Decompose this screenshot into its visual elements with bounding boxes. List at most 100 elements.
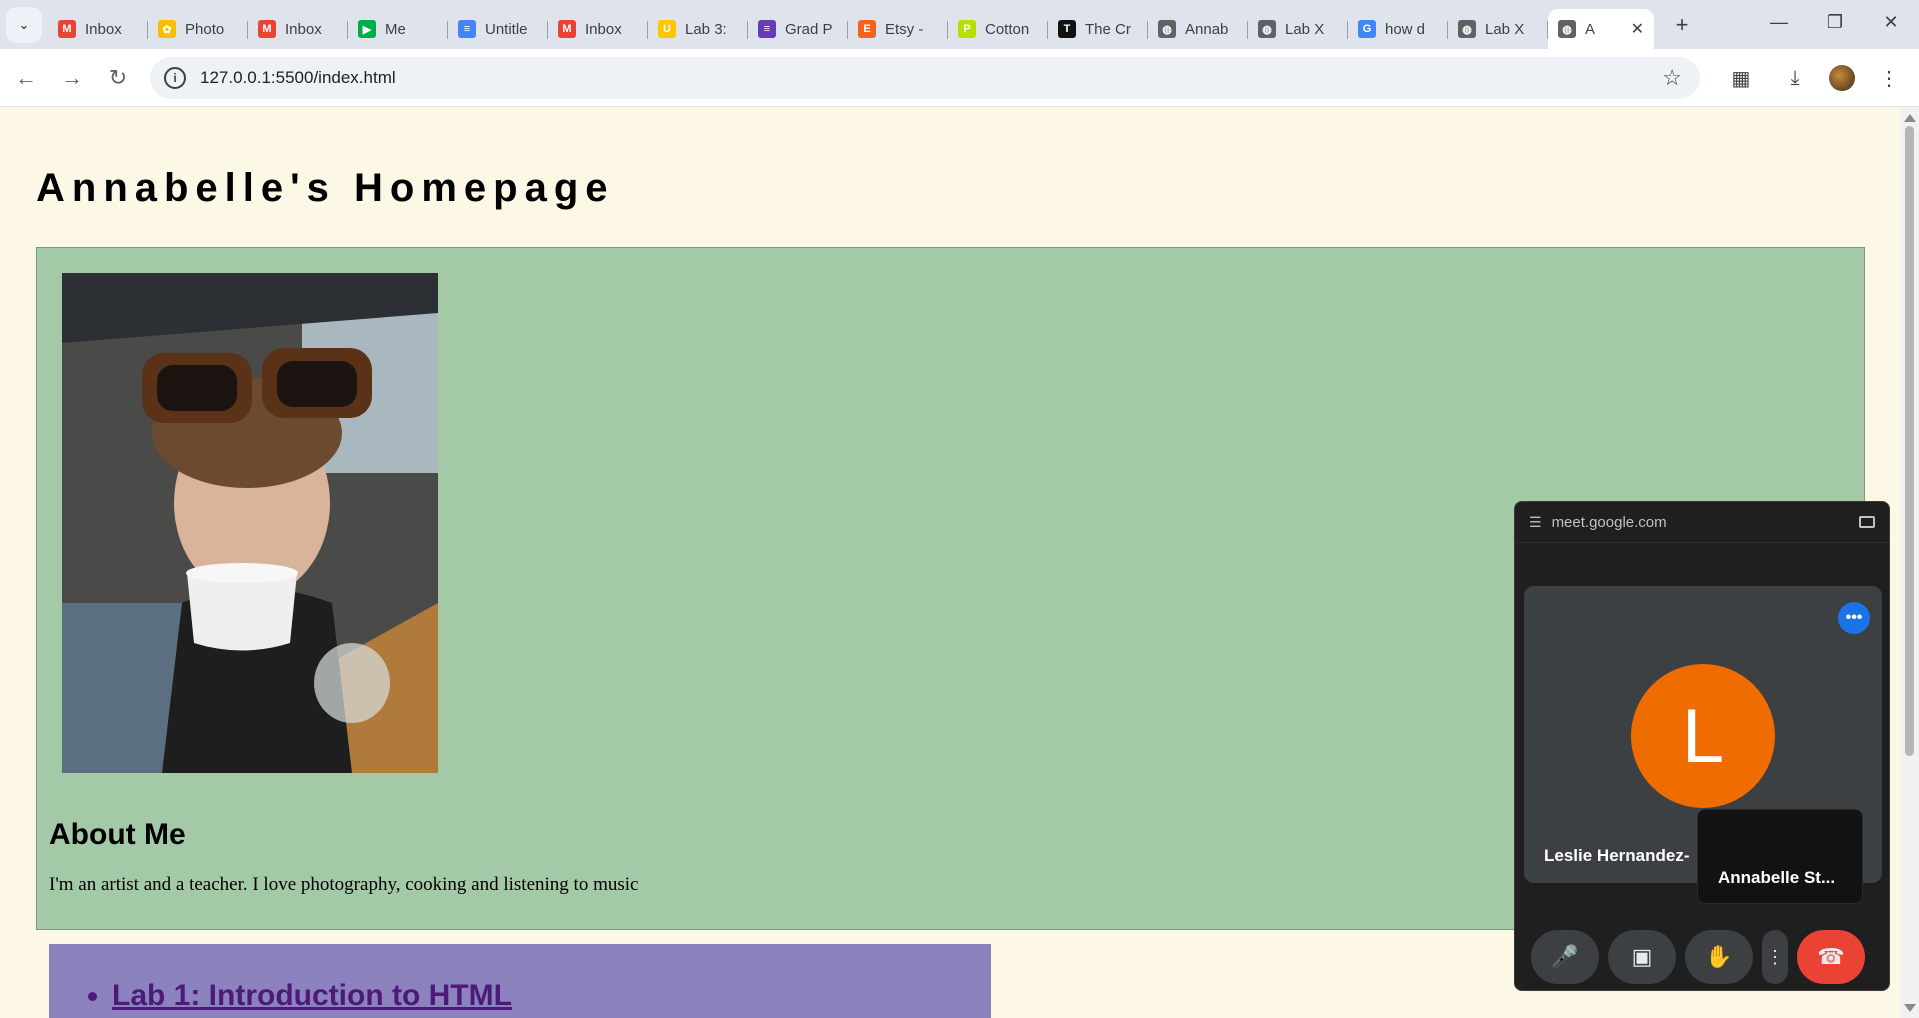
download-icon[interactable]: ⤓ (1775, 58, 1815, 98)
tab-7[interactable]: ≡ Grad P (748, 9, 848, 49)
tab-title: Inbox (585, 20, 622, 38)
tab-0[interactable]: M Inbox (48, 9, 148, 49)
lab-link-list: Lab 1: Introduction to HTML (112, 979, 512, 1013)
tab-title: Annab (1185, 20, 1229, 38)
camera-icon: ▣ (1631, 944, 1653, 969)
address-bar[interactable]: i 127.0.0.1:5500/index.html ☆ (150, 57, 1700, 99)
hangup-icon: ☎ (1817, 944, 1845, 969)
tab-2[interactable]: M Inbox (248, 9, 348, 49)
close-tab-icon[interactable]: ✕ (1631, 19, 1644, 39)
scroll-up-arrow-icon[interactable] (1904, 114, 1916, 122)
tab-14[interactable]: ◍ Lab X (1448, 9, 1548, 49)
tab-6[interactable]: U Lab 3: (648, 9, 748, 49)
tab-title: Inbox (285, 20, 322, 38)
tab-title: how d (1385, 20, 1426, 38)
scroll-thumb[interactable] (1905, 126, 1914, 756)
tab-title: Photo (185, 20, 225, 38)
gmail-icon: M (58, 20, 76, 38)
toolbar-actions: ▦ ⤓ ⋮ (1707, 58, 1909, 98)
tab-4[interactable]: ≡ Untitle (448, 9, 548, 49)
arrow-left-icon: ← (15, 64, 37, 90)
tab-search-button[interactable]: ⌄ (6, 7, 42, 43)
microphone-button[interactable]: 🎤 (1531, 930, 1599, 984)
hand-icon: ✋ (1705, 944, 1733, 969)
tab-15[interactable]: ◍ A ✕ (1548, 9, 1654, 49)
restore-button[interactable]: ❐ (1807, 0, 1863, 44)
gmail-icon: M (558, 20, 576, 38)
tab-title: A (1585, 20, 1596, 38)
profile-avatar[interactable] (1829, 65, 1855, 91)
tab-title: Lab X (1285, 20, 1325, 38)
tab-3[interactable]: ▶ Me (348, 9, 448, 49)
url-text: 127.0.0.1:5500/index.html (200, 68, 396, 87)
self-name: Annabelle St... (1718, 868, 1836, 887)
new-tab-button[interactable]: + (1664, 7, 1700, 43)
meet-icon: ▶ (358, 20, 376, 38)
tab-list: M Inbox ✿ Photo M Inbox ▶ Me ≡ Untitle M Inbox U Lab … (48, 0, 1654, 49)
chevron-down-icon: ⌄ (18, 17, 30, 32)
tab-10[interactable]: T The Cr (1048, 9, 1148, 49)
leave-call-button[interactable]: ☎ (1797, 930, 1865, 984)
tab-title: Etsy - (885, 20, 924, 38)
scroll-down-arrow-icon[interactable] (1904, 1004, 1916, 1012)
page-title: Annabelle's Homepage (36, 166, 615, 210)
ucsc-icon: U (658, 20, 676, 38)
tab-12[interactable]: ◍ Lab X (1248, 9, 1348, 49)
globe-icon: ◍ (1158, 20, 1176, 38)
tab-title: Inbox (85, 20, 122, 38)
kebab-icon: ⋮ (1766, 946, 1784, 967)
tab-5[interactable]: M Inbox (548, 9, 648, 49)
arrow-right-icon: → (61, 64, 83, 90)
participant-avatar: L (1631, 664, 1775, 808)
microphone-icon: 🎤 (1551, 944, 1579, 969)
back-button[interactable]: ← (6, 58, 46, 98)
tab-title: Grad P (785, 20, 833, 38)
tab-11[interactable]: ◍ Annab (1148, 9, 1248, 49)
about-text: I'm an artist and a teacher. I love phot… (49, 874, 639, 895)
etsy-icon: E (858, 20, 876, 38)
close-window-button[interactable]: ✕ (1863, 0, 1919, 44)
lab-1-link[interactable]: Lab 1: Introduction to HTML (112, 979, 512, 1012)
reload-icon: ↻ (108, 64, 128, 90)
profile-photo (62, 273, 438, 773)
photo-illustration (62, 273, 438, 773)
site-settings-icon[interactable]: ☰ (1529, 514, 1542, 531)
reload-button[interactable]: ↻ (98, 58, 138, 98)
cotton-icon: P (958, 20, 976, 38)
labs-section: Lab 1: Introduction to HTML (49, 944, 991, 1018)
tab-title: The Cr (1085, 20, 1131, 38)
nyt-icon: T (1058, 20, 1076, 38)
tab-1[interactable]: ✿ Photo (148, 9, 248, 49)
forward-button[interactable]: → (52, 58, 92, 98)
back-to-tab-icon[interactable] (1859, 516, 1875, 528)
minimize-button[interactable]: — (1751, 0, 1807, 44)
tab-title: Lab X (1485, 20, 1525, 38)
list-item: Lab 1: Introduction to HTML (112, 979, 512, 1013)
about-heading: About Me (49, 818, 186, 851)
site-info-icon[interactable]: i (164, 67, 186, 89)
more-actions-button[interactable]: ⋮ (1762, 930, 1788, 984)
camera-button[interactable]: ▣ (1608, 930, 1676, 984)
google-icon: G (1358, 20, 1376, 38)
menu-kebab-icon[interactable]: ⋮ (1869, 58, 1909, 98)
page-scrollbar[interactable] (1900, 108, 1919, 1018)
tab-title: Cotton (985, 20, 1030, 38)
browser-toolbar: ← → ↻ i 127.0.0.1:5500/index.html ☆ ▦ ⤓ … (0, 49, 1919, 107)
extensions-icon[interactable]: ▦ (1721, 58, 1761, 98)
tab-9[interactable]: P Cotton (948, 9, 1048, 49)
tab-13[interactable]: Ghow d (1348, 9, 1448, 49)
globe-icon: ◍ (1558, 20, 1576, 38)
tab-title: Untitle (485, 20, 528, 38)
photos-icon: ✿ (158, 20, 176, 38)
forms-icon: ≡ (758, 20, 776, 38)
window-controls: — ❐ ✕ (1751, 0, 1919, 44)
tab-8[interactable]: E Etsy - (848, 9, 948, 49)
bookmark-star-icon[interactable]: ☆ (1662, 65, 1682, 91)
participant-name: Leslie Hernandez- (1544, 846, 1690, 865)
more-options-icon[interactable]: ••• (1838, 602, 1870, 634)
plus-icon: + (1675, 12, 1689, 37)
globe-icon: ◍ (1458, 20, 1476, 38)
meet-pip-window[interactable]: ☰ meet.google.com ••• L Leslie Hernandez… (1514, 501, 1890, 991)
raise-hand-button[interactable]: ✋ (1685, 930, 1753, 984)
call-controls: 🎤 ▣ ✋ ⋮ ☎ (1531, 930, 1874, 984)
